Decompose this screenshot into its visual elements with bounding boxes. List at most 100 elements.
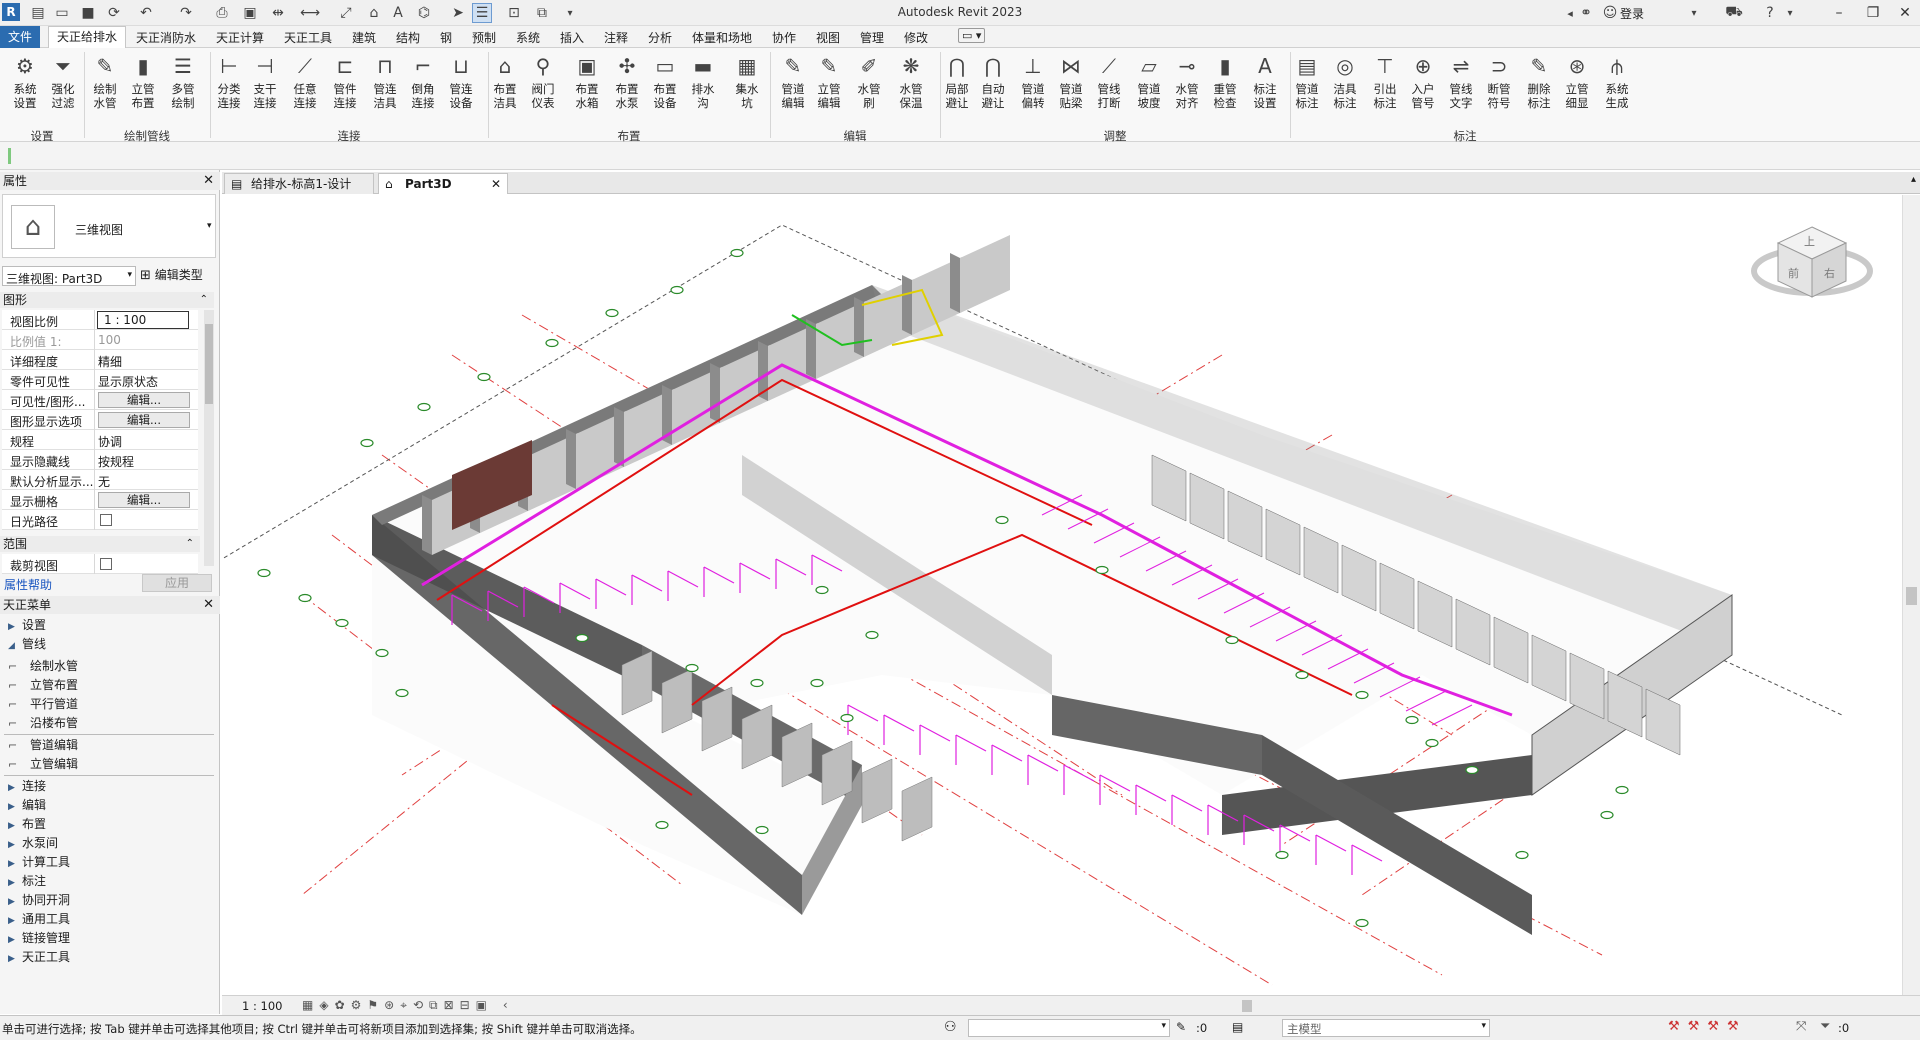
edit-button[interactable]: 编辑... — [98, 492, 190, 508]
ribbon-button[interactable]: ⊢ 分类 连接 — [212, 52, 246, 110]
design-option-select[interactable]: 主模型 ▾ — [1282, 1019, 1490, 1037]
ribbon-button[interactable]: ▤ 管道 标注 — [1290, 52, 1324, 110]
tz-menu-item[interactable]: ▶ 天正工具 — [8, 948, 70, 965]
ribbon-button[interactable]: ⊛ 立管 细显 — [1560, 52, 1594, 110]
menu-structure[interactable]: 结构 — [396, 29, 420, 46]
ribbon-button[interactable]: ▣ 布置 水箱 — [570, 52, 604, 110]
ribbon-button[interactable]: ⊤ 引出 标注 — [1368, 52, 1402, 110]
selection-toggle-icons[interactable]: ⚒⚒⚒⚒ — [1668, 1019, 1747, 1034]
menu-analyze[interactable]: 分析 — [648, 29, 672, 46]
property-value[interactable]: 协调 — [98, 433, 122, 450]
ribbon-button[interactable]: A 标注 设置 — [1248, 52, 1282, 110]
restore-button[interactable]: ❐ — [1858, 2, 1888, 24]
view-control-icons[interactable]: ▦◈✿⚙⚑⊛⌖⟲⧉⊠⊟▣ ‹ — [302, 998, 514, 1014]
ribbon-button[interactable]: ▱ 管道 坡度 — [1132, 52, 1166, 110]
menu-file[interactable]: 文件 — [0, 26, 41, 48]
ribbon-button[interactable]: ✎ 管道 编辑 — [776, 52, 810, 110]
chevron-down-icon[interactable]: ▾ — [207, 221, 212, 231]
property-value[interactable]: 无 — [98, 473, 110, 490]
tz-menu-item[interactable]: ▶ 计算工具 — [8, 853, 70, 870]
tz-menu-item[interactable]: ⌐ 立管编辑 — [8, 755, 78, 772]
ribbon-button[interactable]: ⋂ 自动 避让 — [976, 52, 1010, 110]
graphics-section[interactable]: 图形 ⌃ — [0, 292, 214, 308]
3d-viewport[interactable]: 上 前 右 — [222, 195, 1902, 995]
ribbon-button[interactable]: ✎ 立管 编辑 — [812, 52, 846, 110]
ribbon-button[interactable]: ◎ 洁具 标注 — [1328, 52, 1362, 110]
menu-tz-plumbing[interactable]: 天正给排水 — [48, 26, 127, 48]
tz-menu-item[interactable]: ⌐ 绘制水管 — [8, 657, 78, 674]
ribbon-button[interactable]: ⏷ 强化 过滤 — [46, 52, 80, 110]
tz-menu-item[interactable]: ▶ 设置 — [8, 616, 46, 633]
edit-button[interactable]: 编辑... — [98, 412, 190, 428]
ribbon-button[interactable]: ▦ 集水坑 — [730, 52, 764, 110]
ribbon-button[interactable]: ⟋ 任意 连接 — [288, 52, 322, 110]
ribbon-button[interactable]: ⊥ 管道 偏转 — [1016, 52, 1050, 110]
binoculars-icon[interactable]: ⚭ — [1576, 3, 1596, 23]
cart-icon[interactable]: ⛟ — [1724, 3, 1744, 23]
3d-model-canvas[interactable] — [222, 195, 1902, 995]
ribbon-button[interactable]: ⊏ 管件 连接 — [328, 52, 362, 110]
ribbon-button[interactable]: ☰ 多管 绘制 — [166, 52, 200, 110]
ribbon-button[interactable]: ⋂ 局部 避让 — [940, 52, 974, 110]
ribbon-button[interactable]: ⊓ 管连 洁具 — [368, 52, 402, 110]
minimize-button[interactable]: – — [1824, 2, 1854, 24]
type-selector[interactable]: ⌂ 三维视图 ▾ — [2, 194, 216, 258]
ribbon-button[interactable]: ✐ 水管刷 — [852, 52, 886, 110]
menu-precast[interactable]: 预制 — [472, 29, 496, 46]
ribbon-button[interactable]: ⊕ 入户 管号 — [1406, 52, 1440, 110]
help-icon[interactable]: ? — [1760, 3, 1780, 23]
ribbon-button[interactable]: ▭ 布置 设备 — [648, 52, 682, 110]
menu-systems[interactable]: 系统 — [516, 29, 540, 46]
ribbon-button[interactable]: ⊃ 断管 符号 — [1482, 52, 1516, 110]
ribbon-button[interactable]: ⊣ 支干 连接 — [248, 52, 282, 110]
tab-part3d[interactable]: ⌂ Part3D ✕ — [378, 173, 508, 194]
menu-architecture[interactable]: 建筑 — [352, 29, 376, 46]
menu-massing[interactable]: 体量和场地 — [692, 29, 752, 46]
edit-button[interactable]: 编辑... — [98, 392, 190, 408]
menu-tz-tools[interactable]: 天正工具 — [284, 29, 332, 46]
ribbon-button[interactable]: ⌂ 布置 洁具 — [488, 52, 522, 110]
extents-section[interactable]: 范围 ⌃ — [0, 536, 200, 552]
ribbon-button[interactable]: ▬ 排水沟 — [686, 52, 720, 110]
ribbon-button[interactable]: ⫛ 系统 生成 — [1600, 52, 1634, 110]
tz-menu-item[interactable]: ▶ 连接 — [8, 777, 46, 794]
ribbon-button[interactable]: ✎ 绘制 水管 — [88, 52, 122, 110]
tz-menu-item[interactable]: ⌐ 立管布置 — [8, 676, 78, 693]
tabs-overflow-icon[interactable]: ▴ — [1911, 174, 1916, 185]
tz-menu-item[interactable]: ▶ 布置 — [8, 815, 46, 832]
apply-button[interactable]: 应用 — [142, 574, 212, 592]
tz-menu-item[interactable]: ▶ 链接管理 — [8, 929, 70, 946]
user-icon[interactable]: ☺ — [1600, 3, 1620, 23]
drag-icon[interactable]: ⤧ — [1796, 1019, 1806, 1034]
properties-help-link[interactable]: 属性帮助 — [4, 576, 52, 593]
properties-scrollbar[interactable] — [204, 310, 214, 566]
tz-menu-item[interactable]: ▶ 通用工具 — [8, 910, 70, 927]
menu-collaborate[interactable]: 协作 — [772, 29, 796, 46]
viewcube-front[interactable]: 前 — [1788, 265, 1799, 281]
ribbon-button[interactable]: ⌐ 倒角 连接 — [406, 52, 440, 110]
tz-menu-item[interactable]: ⌐ 管道编辑 — [8, 736, 78, 753]
tz-menu-item[interactable]: ◢ 管线 — [8, 635, 46, 652]
tz-menu-item[interactable]: ▶ 编辑 — [8, 796, 46, 813]
tz-menu-item[interactable]: ⌐ 平行管道 — [8, 695, 78, 712]
ribbon-button[interactable]: ⟋ 管线 打断 — [1092, 52, 1126, 110]
ribbon-button[interactable]: ✎ 删除 标注 — [1522, 52, 1556, 110]
view-scale-input[interactable]: 1 : 100 — [97, 311, 189, 329]
ribbon-button[interactable]: ✣ 布置 水泵 — [610, 52, 644, 110]
property-value[interactable]: 精细 — [98, 353, 122, 370]
tab-floorplan[interactable]: ▤ 给排水-标高1-设计 — [224, 173, 374, 194]
menu-annotate[interactable]: 注释 — [604, 29, 628, 46]
scroll-thumb[interactable] — [205, 324, 213, 404]
ribbon-toggle-icon[interactable]: ▭ ▾ — [958, 28, 986, 43]
help-dropdown-icon[interactable]: ▾ — [1780, 3, 1800, 23]
close-button[interactable]: ✕ — [1890, 2, 1920, 24]
login-link[interactable]: 登录 — [1620, 5, 1644, 22]
editable-icon[interactable]: ✎ — [1176, 1020, 1186, 1034]
menu-modify[interactable]: 修改 — [904, 29, 928, 46]
collapse-icon[interactable]: ⌃ — [200, 292, 208, 308]
crop-checkbox[interactable] — [100, 558, 112, 570]
ribbon-button[interactable]: ▮ 立管 布置 — [126, 52, 160, 110]
property-value[interactable]: 显示原状态 — [98, 373, 158, 390]
ribbon-button[interactable]: ⚙ 系统 设置 — [8, 52, 42, 110]
hscroll-thumb[interactable] — [1242, 1000, 1252, 1012]
